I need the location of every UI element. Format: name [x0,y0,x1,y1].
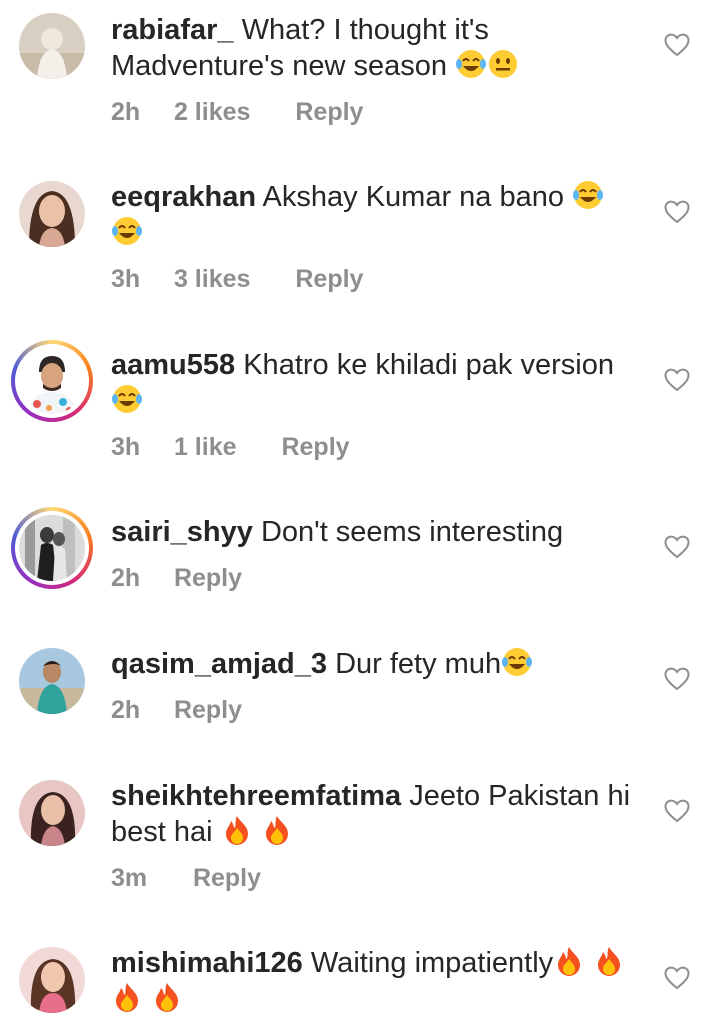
reply-button[interactable]: Reply [281,433,349,462]
heart-outline-icon [664,33,690,57]
comment-meta: 2h 2 likes Reply [111,98,363,127]
like-button[interactable] [664,368,690,392]
reply-button[interactable]: Reply [295,265,363,294]
comment-likes[interactable]: 2 likes [174,98,250,127]
comment-username[interactable]: sairi_shyy [111,516,253,548]
comment-body: mishimahi126 Waiting impatiently [111,945,631,1017]
comment-username[interactable]: aamu558 [111,349,235,381]
comment-body: qasim_amjad_3 Dur fety muh [111,646,631,682]
reply-button[interactable]: Reply [193,864,261,893]
comment-body: rabiafar_ What? I thought it's Madventur… [111,12,631,84]
like-button[interactable] [664,33,690,57]
comment-body: eeqrakhan Akshay Kumar na bano [111,179,631,251]
avatar[interactable] [19,780,85,846]
comment-text: Waiting impatiently [310,947,554,979]
avatar[interactable] [19,947,85,1013]
reply-button[interactable]: Reply [295,98,363,127]
reply-button[interactable]: Reply [174,564,242,593]
comment-time: 3m [111,864,148,892]
face-with-tears-of-joy-icon [455,48,487,80]
face-with-tears-of-joy-icon [572,179,604,211]
heart-outline-icon [664,200,690,224]
fire-icon [221,814,253,846]
comment-meta: 3h 1 like Reply [111,433,350,462]
comment-meta: 3m Reply [111,864,261,893]
face-with-tears-of-joy-icon [111,215,143,247]
heart-outline-icon [664,667,690,691]
like-button[interactable] [664,799,690,823]
reply-button[interactable]: Reply [174,696,242,725]
comment-username[interactable]: rabiafar_ [111,14,234,46]
like-button[interactable] [664,535,690,559]
avatar[interactable] [19,13,85,79]
avatar[interactable] [19,181,85,247]
comment-time: 3h [111,433,141,461]
neutral-face-icon [487,48,519,80]
comment-text: Don't seems interesting [260,516,564,548]
like-button[interactable] [664,200,690,224]
comment-likes[interactable]: 1 like [174,433,237,462]
comment-meta: 3h 3 likes Reply [111,265,363,294]
heart-outline-icon [664,966,690,990]
comment-text: Khatro ke khiladi pak version [243,349,614,381]
fire-icon [261,814,293,846]
fire-icon [111,981,143,1013]
fire-icon [553,945,585,977]
heart-outline-icon [664,368,690,392]
comment-meta: 2h Reply [111,564,242,593]
comment-meta: 2h Reply [111,696,242,725]
heart-outline-icon [664,799,690,823]
comment-text: Akshay Kumar na bano [262,181,565,213]
comment-username[interactable]: eeqrakhan [111,181,256,213]
heart-outline-icon [664,535,690,559]
comment-text: Dur fety muh [335,648,502,680]
avatar[interactable] [19,648,85,714]
like-button[interactable] [664,966,690,990]
comment-username[interactable]: qasim_amjad_3 [111,648,327,680]
like-button[interactable] [664,667,690,691]
comment-time: 2h [111,696,141,724]
fire-icon [151,981,183,1013]
face-with-tears-of-joy-icon [501,646,533,678]
avatar-story-ring[interactable] [11,340,93,422]
comment-username[interactable]: sheikhtehreemfatima [111,780,401,812]
comment-time: 2h [111,564,141,592]
avatar-story-ring[interactable] [11,507,93,589]
fire-icon [593,945,625,977]
comment-time: 2h [111,98,141,126]
comment-username[interactable]: mishimahi126 [111,947,303,979]
comment-likes[interactable]: 3 likes [174,265,250,294]
face-with-tears-of-joy-icon [111,383,143,415]
comment-body: aamu558 Khatro ke khiladi pak version [111,347,631,419]
comment-time: 3h [111,265,141,293]
comment-body: sheikhtehreemfatima Jeeto Pakistan hi be… [111,778,631,850]
comment-body: sairi_shyy Don't seems interesting [111,514,631,550]
